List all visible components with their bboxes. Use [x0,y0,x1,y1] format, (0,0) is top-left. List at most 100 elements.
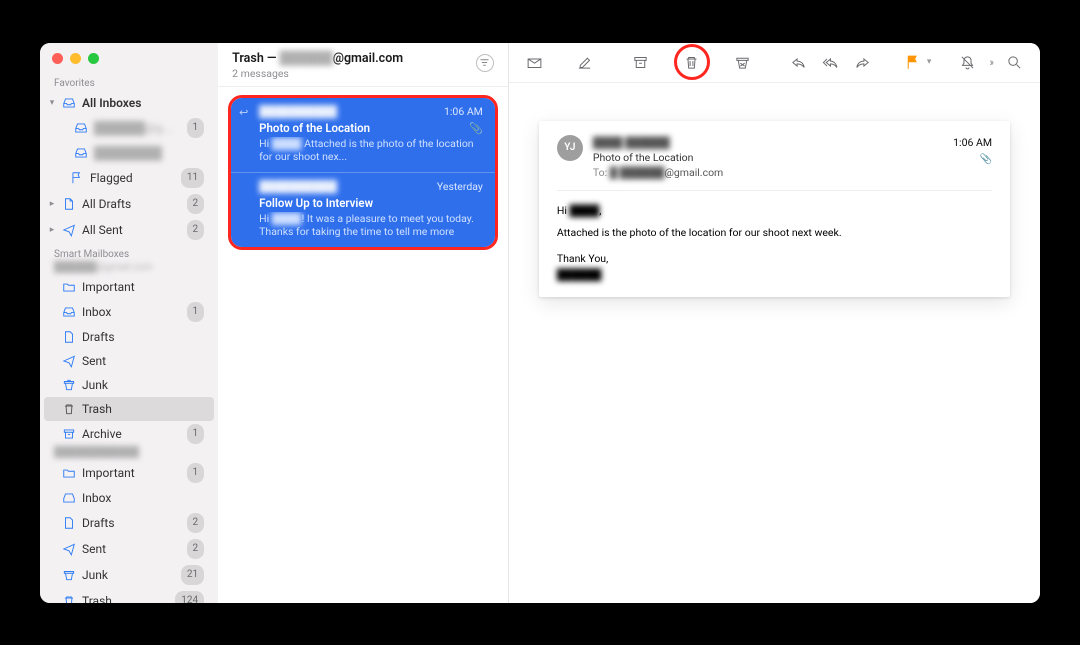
reply-button[interactable] [785,48,813,76]
close-window-button[interactable] [52,53,63,64]
sidebar-item-label: All Sent [82,221,181,239]
junk-button[interactable] [729,48,757,76]
sidebar-item-archive[interactable]: Archive 1 [44,421,214,447]
trash-icon [62,594,76,603]
sidebar-item-label: Important [82,278,204,296]
sidebar-item-important[interactable]: Important [44,275,214,299]
sidebar-item-sent-2[interactable]: Sent 2 [44,536,214,562]
sidebar-item-sub-inbox-2[interactable]: ████████ [44,141,214,165]
sent-icon [62,223,76,237]
sidebar-item-sub-inbox-1[interactable]: ██████@g... 1 [44,115,214,141]
sidebar-item-all-inboxes[interactable]: ▾ All Inboxes [44,91,214,115]
junk-icon [62,378,76,392]
junk-icon [62,568,76,582]
more-toolbar-button[interactable]: ›› [989,56,992,69]
sidebar-item-drafts-2[interactable]: Drafts 2 [44,510,214,536]
folder-icon [62,280,76,294]
sidebar-item-label: Drafts [82,514,181,532]
sidebar-item-label: Sent [82,352,204,370]
message-body: Hi ████, Attached is the photo of the lo… [557,203,992,283]
inbox-icon [62,305,76,319]
message-preview: Hi ████ Attached is the photo of the loc… [259,137,483,163]
sidebar-item-all-drafts[interactable]: ▸ All Drafts 2 [44,191,214,217]
preview-text: Hi [259,212,272,225]
sidebar-item-important-2[interactable]: Important 1 [44,460,214,486]
sidebar-item-label: Drafts [82,328,204,346]
chevron-right-icon[interactable]: ▸ [48,195,56,213]
compose-button[interactable] [571,48,599,76]
to-redacted: █ ██████ [610,166,665,179]
inbox-icon [62,491,76,505]
count-badge: 2 [187,539,205,559]
message-sender: ██████████ [259,105,337,119]
from-name: ████ ██████ [593,135,943,150]
message-list-header: Trash — ██████@gmail.com 2 messages [218,43,508,87]
mark-read-button[interactable] [521,48,549,76]
account-section-title-1: ██████@gmail.com [40,262,218,275]
sidebar-item-drafts[interactable]: Drafts [44,325,214,349]
message-list-column: Trash — ██████@gmail.com 2 messages ↩ ██… [218,43,509,603]
inbox-icon [74,146,88,160]
attachment-icon: 📎 [953,152,992,167]
filter-button[interactable] [476,54,494,72]
chevron-right-icon[interactable]: ▸ [48,221,56,239]
sidebar-item-junk[interactable]: Junk [44,373,214,397]
flag-icon [70,171,84,185]
window-controls [40,43,218,72]
count-badge: 1 [187,424,205,444]
flag-button[interactable] [899,48,927,76]
sidebar-item-trash[interactable]: Trash [44,397,214,421]
count-badge: 1 [187,302,205,322]
sidebar-item-label: ████████ [94,144,204,162]
sidebar-item-label: ██████@g... [94,119,181,137]
sidebar-item-label: Flagged [90,169,175,187]
archive-icon [62,427,76,441]
sidebar-item-label: Inbox [82,489,204,507]
mute-button[interactable] [953,48,981,76]
sidebar-item-all-sent[interactable]: ▸ All Sent 2 [44,217,214,243]
preview-text: Hi [259,137,272,150]
chevron-down-icon[interactable]: ▾ [48,94,56,112]
body-text: Attached is the photo of the location fo… [557,225,992,241]
archive-button[interactable] [627,48,655,76]
mailbox-title-account: ██████ [280,51,333,66]
sidebar-item-label: Junk [82,566,175,584]
folder-icon [62,466,76,480]
count-badge: 2 [187,220,205,240]
count-badge: 124 [175,591,204,603]
count-badge: 1 [187,463,205,483]
reply-all-button[interactable] [817,48,845,76]
message-row[interactable]: ██████████ Yesterday Follow Up to Interv… [231,172,495,247]
message-time: 1:06 AM [444,105,483,119]
sidebar-item-flagged[interactable]: Flagged 11 [44,165,214,191]
preview-redacted: ████ [272,212,302,225]
sidebar-item-inbox[interactable]: Inbox 1 [44,299,214,325]
sidebar-item-sent[interactable]: Sent [44,349,214,373]
flag-dropdown-caret[interactable]: ▾ [927,57,932,67]
sidebar-item-trash-2[interactable]: Trash 124 [44,588,214,603]
count-badge: 2 [187,194,205,214]
fullscreen-window-button[interactable] [88,53,99,64]
sidebar-item-inbox-2[interactable]: Inbox [44,486,214,510]
sidebar-item-junk-2[interactable]: Junk 21 [44,562,214,588]
message-row[interactable]: ↩ ██████████ 1:06 AM 📎 Photo of the Loca… [231,98,495,172]
attachment-icon: 📎 [469,122,483,136]
trash-icon [62,402,76,416]
search-button[interactable] [1000,48,1028,76]
reply-indicator-icon: ↩ [239,106,248,120]
mailbox-title: Trash — ██████@gmail.com [232,51,403,66]
favorites-section-title: Favorites [40,72,218,91]
sidebar-item-label: Inbox [82,303,181,321]
minimize-window-button[interactable] [70,53,81,64]
delete-button[interactable] [677,47,707,77]
toolbar: ▾ ›› [509,43,1040,83]
mailbox-title-prefix: Trash — [232,51,279,66]
forward-button[interactable] [849,48,877,76]
sidebar-item-label: All Inboxes [82,94,204,112]
preview-redacted: ████ [272,137,302,150]
preview-pane: ▾ ›› YJ ████ ██████ Photo of the Locatio… [509,43,1040,603]
message-count: 2 messages [232,67,403,80]
to-line: To: █ ██████@gmail.com [593,165,943,180]
message-time: Yesterday [437,180,483,194]
count-badge: 2 [187,513,205,533]
